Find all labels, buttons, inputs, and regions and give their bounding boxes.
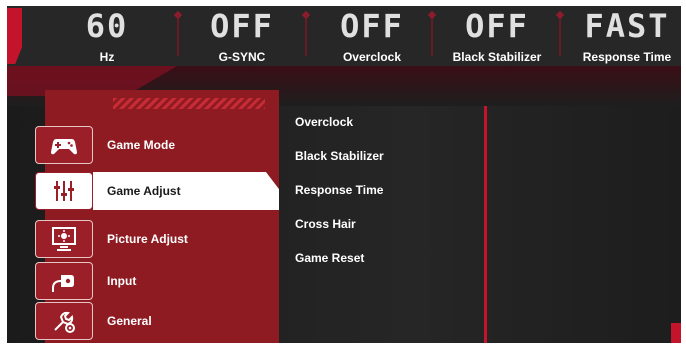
menu-label: Picture Adjust <box>107 232 188 246</box>
submenu-divider <box>484 106 487 343</box>
status-value: OFF <box>465 7 529 45</box>
menu-item-game-mode[interactable]: Game Mode <box>7 126 279 164</box>
status-value: 60 <box>85 7 129 45</box>
status-label: G-SYNC <box>218 50 266 64</box>
monitor-osd: 60 Hz OFF G-SYNC OFF Overclock OFF Black… <box>7 6 681 343</box>
menu-item-input[interactable]: Input <box>7 262 279 300</box>
status-black-stabilizer: OFF Black Stabilizer <box>447 6 547 66</box>
status-separator <box>177 16 179 56</box>
status-refresh-rate: 60 Hz <box>67 6 147 66</box>
submenu-item-overclock[interactable]: Overclock <box>295 115 353 129</box>
corner-accent <box>671 323 681 343</box>
menu-icon-box <box>35 302 93 340</box>
input-icon <box>52 275 74 292</box>
menu-item-picture-adjust[interactable]: Picture Adjust <box>7 220 279 258</box>
submenu-item-response-time[interactable]: Response Time <box>295 183 383 197</box>
menu-label: Input <box>107 274 137 288</box>
menu-label: Game Adjust <box>107 184 181 198</box>
menu-icon-box <box>35 220 93 258</box>
submenu-item-black-stabilizer[interactable]: Black Stabilizer <box>295 149 384 163</box>
status-response-time: FAST Response Time <box>575 6 679 66</box>
status-value: OFF <box>340 7 404 45</box>
menu-item-general[interactable]: General <box>7 302 279 340</box>
menu-icon-box <box>35 262 93 300</box>
submenu-item-game-reset[interactable]: Game Reset <box>295 251 364 265</box>
status-separator <box>431 16 433 56</box>
status-label: Hz <box>99 50 115 64</box>
status-separator <box>305 16 307 56</box>
sliders-icon <box>54 181 74 201</box>
status-label: Black Stabilizer <box>452 50 542 64</box>
status-label: Overclock <box>342 50 402 64</box>
status-overclock: OFF Overclock <box>327 6 417 66</box>
menu-label: General <box>107 314 152 328</box>
menu-stripes-decoration <box>113 98 265 109</box>
submenu-item-cross-hair[interactable]: Cross Hair <box>295 217 356 231</box>
status-value: OFF <box>210 7 274 45</box>
status-separator <box>559 16 561 56</box>
menu-icon-box <box>35 172 93 210</box>
gamepad-icon <box>51 139 77 155</box>
status-gsync: OFF G-SYNC <box>197 6 287 66</box>
status-value: FAST <box>584 7 670 45</box>
status-label: Response Time <box>582 50 672 64</box>
menu-item-game-adjust[interactable]: Game Adjust <box>7 172 279 210</box>
settings-icon <box>54 311 75 333</box>
picture-adjust-icon <box>52 227 76 251</box>
menu-label: Game Mode <box>107 138 176 152</box>
menu-icon-box <box>35 126 93 164</box>
